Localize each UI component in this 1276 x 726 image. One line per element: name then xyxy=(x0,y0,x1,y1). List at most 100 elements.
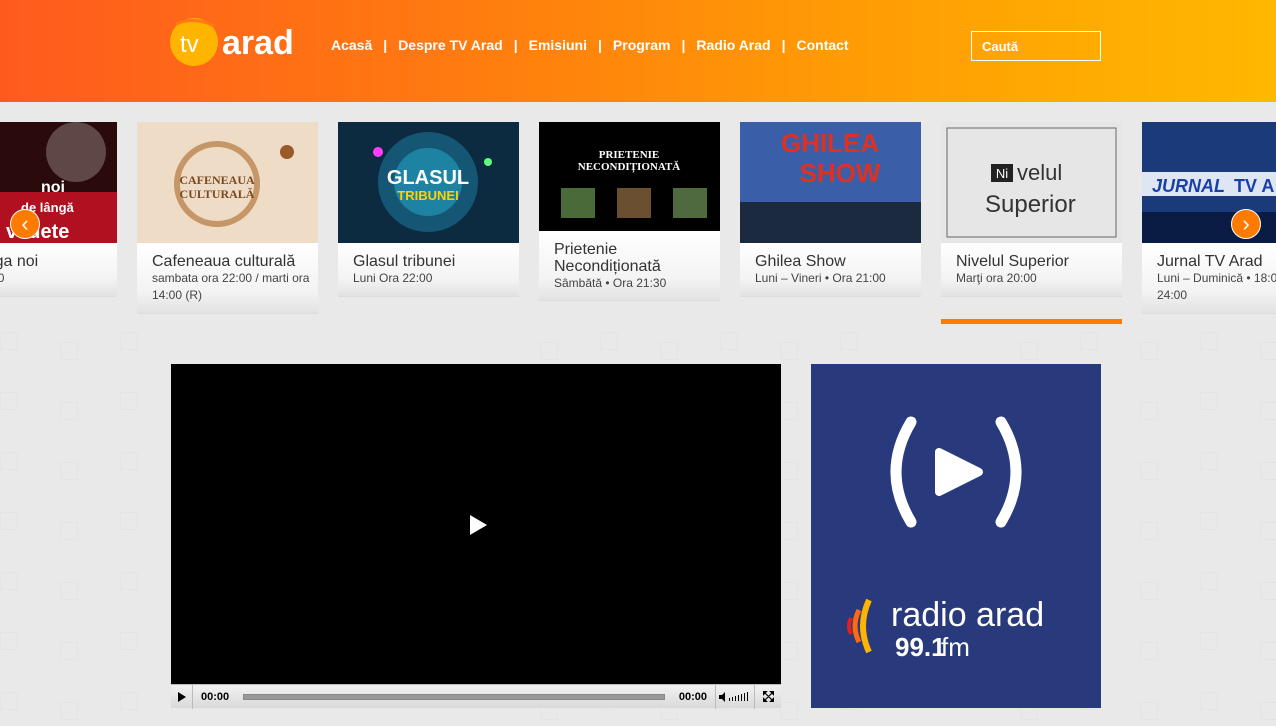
background-square xyxy=(1140,642,1158,660)
background-square xyxy=(120,452,138,470)
volume-control[interactable] xyxy=(715,684,755,709)
background-square xyxy=(1260,402,1276,420)
background-square xyxy=(0,392,18,410)
background-square xyxy=(0,632,18,650)
show-title: Nivelul Superior xyxy=(956,253,1069,270)
background-square xyxy=(780,462,798,480)
nav-separator: | xyxy=(781,37,786,53)
nav-program[interactable]: Program xyxy=(613,37,671,53)
background-square xyxy=(1080,332,1098,350)
nav-separator: | xyxy=(597,37,602,53)
background-square xyxy=(1140,702,1158,720)
nav-emisiuni[interactable]: Emisiuni xyxy=(529,37,587,53)
background-square xyxy=(0,572,18,590)
background-square xyxy=(120,332,138,350)
background-square xyxy=(120,512,138,530)
background-square xyxy=(60,702,78,720)
background-square xyxy=(1200,632,1218,650)
background-square xyxy=(1260,642,1276,660)
search-input[interactable] xyxy=(971,31,1101,61)
nav-separator: | xyxy=(383,37,388,53)
show-card-active[interactable]: Ni velul Superior Nivelul Superior Marţi… xyxy=(941,122,1122,297)
carousel-next-button[interactable]: › xyxy=(1231,209,1261,239)
active-indicator xyxy=(941,319,1122,324)
carousel-prev-button[interactable]: ‹ xyxy=(10,209,40,239)
background-square xyxy=(120,632,138,650)
show-caption: de langa noi Ora 20:00 xyxy=(0,243,117,297)
background-square xyxy=(60,342,78,360)
radio-logo-mark xyxy=(847,598,872,654)
fullscreen-button[interactable] xyxy=(755,685,781,709)
show-title: Cafeneaua culturală xyxy=(152,253,296,270)
show-schedule: Luni Ora 22:00 xyxy=(353,271,433,285)
svg-text:TRIBUNEI: TRIBUNEI xyxy=(397,188,458,203)
background-square xyxy=(1260,702,1276,720)
nav-acasa[interactable]: Acasă xyxy=(331,37,372,53)
video-player[interactable]: 00:00 00:00 xyxy=(171,364,781,709)
nav-radio-arad[interactable]: Radio Arad xyxy=(696,37,770,53)
background-square xyxy=(1200,572,1218,590)
svg-text:arad: arad xyxy=(222,24,294,62)
background-square xyxy=(60,522,78,540)
background-square xyxy=(720,332,738,350)
background-square xyxy=(660,342,678,360)
show-thumbnail[interactable]: GLASUL TRIBUNEI xyxy=(338,122,519,243)
show-thumbnail[interactable]: Ni velul Superior xyxy=(941,122,1122,243)
show-schedule: Luni – Duminică • 18:00 - 24:00 xyxy=(1157,271,1276,302)
progress-bar[interactable] xyxy=(243,693,665,700)
background-square xyxy=(1140,582,1158,600)
background-square xyxy=(1260,462,1276,480)
nav-separator: | xyxy=(681,37,686,53)
show-title: de langa noi xyxy=(0,253,39,270)
background-square xyxy=(0,332,18,350)
show-caption: Ghilea Show Luni – Vineri • Ora 21:00 xyxy=(740,243,921,297)
svg-text:99.1: 99.1 xyxy=(895,632,946,662)
show-card[interactable]: GHILEA SHOW Ghilea Show Luni – Vineri • … xyxy=(740,122,921,297)
background-square xyxy=(120,692,138,710)
background-square xyxy=(0,692,18,710)
svg-text:JURNAL: JURNAL xyxy=(1152,176,1225,196)
background-square xyxy=(1200,332,1218,350)
show-card[interactable]: CAFENEAUA CULTURALĂ Cafeneaua culturală … xyxy=(137,122,318,314)
background-square xyxy=(1140,402,1158,420)
nav-separator: | xyxy=(513,37,518,53)
svg-text:PRIETENIE: PRIETENIE xyxy=(599,149,660,161)
radio-live-graphic: radio arad 99.1 fm xyxy=(847,416,1044,662)
show-caption: Nivelul Superior Marţi ora 20:00 xyxy=(941,243,1122,297)
background-square xyxy=(1200,392,1218,410)
background-square xyxy=(780,642,798,660)
show-schedule: Marţi ora 20:00 xyxy=(956,271,1037,285)
show-thumbnail[interactable]: CAFENEAUA CULTURALĂ xyxy=(137,122,318,243)
fullscreen-icon xyxy=(762,691,774,702)
radio-arad-player[interactable]: radio arad 99.1 fm xyxy=(811,364,1101,708)
nav-contact[interactable]: Contact xyxy=(796,37,848,53)
svg-text:GLASUL: GLASUL xyxy=(387,167,469,189)
background-square xyxy=(1140,342,1158,360)
background-square xyxy=(60,402,78,420)
background-square xyxy=(60,582,78,600)
background-square xyxy=(780,582,798,600)
background-square xyxy=(1200,692,1218,710)
show-title: Jurnal TV Arad xyxy=(1157,253,1263,270)
show-schedule: Sâmbătă • Ora 21:30 xyxy=(554,276,667,290)
play-button[interactable] xyxy=(171,684,193,709)
show-card[interactable]: GLASUL TRIBUNEI Glasul tribunei Luni Ora… xyxy=(338,122,519,297)
background-square xyxy=(0,452,18,470)
tv-arad-logo[interactable]: tv arad xyxy=(170,14,305,70)
background-square xyxy=(780,702,798,720)
show-card[interactable]: PRIETENIE NECONDIȚIONATĂ Prietenie Necon… xyxy=(539,122,720,301)
show-thumbnail[interactable]: PRIETENIE NECONDIȚIONATĂ xyxy=(539,122,720,231)
svg-text:NECONDIȚIONATĂ: NECONDIȚIONATĂ xyxy=(578,161,681,173)
duration: 00:00 xyxy=(678,690,707,703)
play-icon[interactable] xyxy=(467,514,489,536)
background-square xyxy=(60,462,78,480)
svg-text:fm: fm xyxy=(941,632,970,662)
show-thumbnail[interactable]: GHILEA SHOW xyxy=(740,122,921,243)
svg-text:Ni: Ni xyxy=(996,166,1008,181)
background-square xyxy=(780,342,798,360)
nav-despre[interactable]: Despre TV Arad xyxy=(398,37,503,53)
background-square xyxy=(840,332,858,350)
play-small-icon xyxy=(177,691,186,702)
shows-carousel: noi de lângă vedete de langa noi Ora 20:… xyxy=(0,122,1276,332)
background-square xyxy=(1260,342,1276,360)
